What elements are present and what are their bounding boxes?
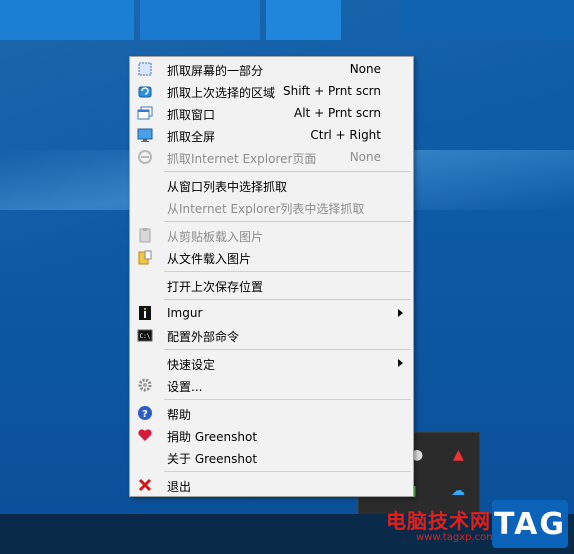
menu-item-open-last-location[interactable]: 打开上次保存位置 (132, 274, 411, 296)
menu-item-label: 快速设定 (167, 358, 216, 372)
help-icon: ? (137, 405, 153, 421)
menu-item-shortcut: None (349, 150, 381, 164)
menu-item-label: 退出 (167, 480, 192, 494)
menu-item-capture-ie: 抓取Internet Explorer页面 None (132, 146, 411, 168)
menu-item-capture-fullscreen[interactable]: 抓取全屏 Ctrl + Right (132, 124, 411, 146)
menu-item-capture-window[interactable]: 抓取窗口 Alt + Prnt scrn (132, 102, 411, 124)
menu-item-capture-last-region[interactable]: 抓取上次选择的区域 Shift + Prnt scrn (132, 80, 411, 102)
menu-item-shortcut: None (349, 62, 381, 76)
menu-item-label: 配置外部命令 (167, 330, 240, 344)
menu-item-imgur[interactable]: Imgur (132, 302, 411, 324)
heart-icon (137, 427, 153, 443)
gear-icon (137, 377, 153, 393)
menu-item-label: 设置... (167, 380, 203, 394)
menu-item-donate[interactable]: 捐助 Greenshot (132, 424, 411, 446)
menu-item-label: 从剪贴板载入图片 (167, 230, 264, 244)
menu-separator (164, 221, 411, 222)
menu-item-about[interactable]: 关于 Greenshot (132, 446, 411, 468)
desktop-light-pane (140, 0, 260, 40)
menu-item-label: 抓取上次选择的区域 (167, 86, 276, 100)
menu-separator (164, 349, 411, 350)
monitor-icon (137, 127, 153, 143)
menu-item-quick-preferences[interactable]: 快速设定 (132, 352, 411, 374)
menu-item-capture-region[interactable]: 抓取屏幕的一部分 None (132, 58, 411, 80)
menu-separator (164, 299, 411, 300)
menu-item-label: 捐助 Greenshot (167, 430, 258, 444)
menu-item-label: 抓取屏幕的一部分 (167, 64, 264, 78)
menu-separator (164, 271, 411, 272)
watermark-tag-logo: TAG (492, 500, 568, 548)
terminal-icon: C:\ (137, 327, 153, 343)
menu-item-label: 打开上次保存位置 (167, 280, 264, 294)
imgur-icon (137, 305, 153, 321)
menu-separator (164, 399, 411, 400)
menu-item-load-from-clipboard: 从剪贴板载入图片 (132, 224, 411, 246)
menu-item-label: 从Internet Explorer列表中选择抓取 (167, 202, 365, 216)
tray-app-icon[interactable]: ☁ (451, 483, 465, 499)
menu-item-external-commands[interactable]: C:\ 配置外部命令 (132, 324, 411, 346)
submenu-arrow-icon (398, 309, 403, 317)
folder-icon (137, 249, 153, 265)
menu-item-label: 抓取Internet Explorer页面 (167, 152, 317, 166)
menu-item-label: 帮助 (167, 408, 192, 422)
menu-item-load-from-file[interactable]: 从文件载入图片 (132, 246, 411, 268)
desktop-light-pane (266, 0, 341, 40)
desktop-light-pane (0, 0, 134, 40)
close-icon (137, 477, 153, 493)
menu-item-help[interactable]: ? 帮助 (132, 402, 411, 424)
menu-item-capture-from-ie-list: 从Internet Explorer列表中选择抓取 (132, 196, 411, 218)
menu-item-label: 从窗口列表中选择抓取 (167, 180, 288, 194)
desktop-light-pane (400, 0, 574, 40)
menu-item-shortcut: Ctrl + Right (310, 128, 381, 142)
menu-item-shortcut: Shift + Prnt scrn (282, 84, 381, 98)
menu-separator (164, 171, 411, 172)
last-region-icon (137, 83, 153, 99)
svg-text:C:\: C:\ (140, 333, 151, 340)
tray-app-icon[interactable]: ▲ (453, 447, 464, 463)
menu-item-label: 抓取全屏 (167, 130, 216, 144)
svg-text:?: ? (142, 409, 148, 420)
submenu-arrow-icon (398, 359, 403, 367)
menu-item-label: 抓取窗口 (167, 108, 216, 122)
menu-item-shortcut: Alt + Prnt scrn (294, 106, 381, 120)
greenshot-context-menu: 抓取屏幕的一部分 None 抓取上次选择的区域 Shift + Prnt scr… (129, 56, 414, 497)
menu-item-label: Imgur (167, 306, 203, 320)
watermark-url: www.tagxp.com (416, 532, 496, 543)
menu-item-label: 从文件载入图片 (167, 252, 252, 266)
watermark-site-name: 电脑技术网 (386, 509, 491, 533)
menu-separator (164, 471, 411, 472)
region-select-icon (137, 61, 153, 77)
ie-icon (137, 149, 153, 165)
menu-item-settings[interactable]: 设置... (132, 374, 411, 396)
clipboard-icon (137, 227, 153, 243)
window-icon (137, 105, 153, 121)
menu-item-capture-from-window-list[interactable]: 从窗口列表中选择抓取 (132, 174, 411, 196)
menu-item-exit[interactable]: 退出 (132, 474, 411, 496)
menu-item-label: 关于 Greenshot (167, 452, 258, 466)
